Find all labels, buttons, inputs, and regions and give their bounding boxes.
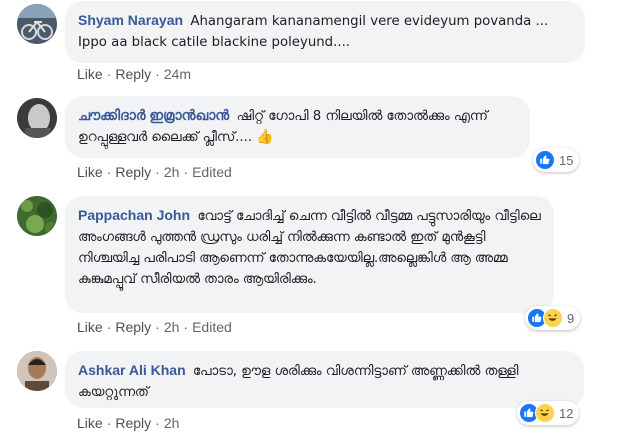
timestamp[interactable]: 24m [164, 66, 191, 82]
like-button[interactable]: Like [77, 319, 103, 335]
comment-author[interactable]: ചൗക്കിദാർ ഇമ്രാൻഖാൻ [78, 107, 229, 123]
haha-icon [543, 308, 563, 328]
reaction-summary[interactable]: 9 [525, 306, 581, 330]
edited-label[interactable]: Edited [192, 164, 232, 180]
timestamp[interactable]: 2h [164, 415, 180, 431]
like-icon [535, 150, 555, 170]
reply-button[interactable]: Reply [115, 319, 151, 335]
reaction-count: 9 [567, 310, 575, 326]
timestamp[interactable]: 2h [164, 164, 180, 180]
avatar[interactable] [17, 351, 57, 391]
edited-label[interactable]: Edited [192, 319, 232, 335]
reaction-summary[interactable]: 15 [533, 148, 580, 172]
reaction-summary[interactable]: 12 [517, 401, 580, 425]
avatar[interactable] [17, 98, 57, 138]
comment-actions: Like · Reply · 2h · Edited [77, 164, 232, 180]
haha-icon [535, 403, 555, 423]
comment-bubble: Shyam Narayan Ahangaram kananamengil ver… [65, 1, 585, 63]
thumbs-up-emoji-icon: 👍 [256, 129, 274, 145]
avatar[interactable] [17, 4, 57, 44]
reply-button[interactable]: Reply [115, 415, 151, 431]
avatar[interactable] [17, 196, 57, 236]
reply-button[interactable]: Reply [115, 164, 151, 180]
comment-bubble: Pappachan John വോട്ട് ചോദിച്ച് ചെന്ന വീട… [65, 196, 554, 313]
comment-bubble: ചൗക്കിദാർ ഇമ്രാൻഖാൻ ഷിറ്റ് ഗോപി 8 നിലയിൽ… [65, 96, 530, 158]
comment-actions: Like · Reply · 2h [77, 415, 180, 431]
comment-bubble: Ashkar Ali Khan പോടാ, ഊള ശരിക്കും വിശന്ന… [65, 351, 584, 408]
like-button[interactable]: Like [77, 164, 103, 180]
comment-author[interactable]: Ashkar Ali Khan [78, 362, 186, 378]
reaction-count: 15 [559, 152, 574, 168]
comment-author[interactable]: Shyam Narayan [78, 12, 183, 28]
like-button[interactable]: Like [77, 66, 103, 82]
timestamp[interactable]: 2h [164, 319, 180, 335]
like-button[interactable]: Like [77, 415, 103, 431]
comment-author[interactable]: Pappachan John [78, 207, 190, 223]
comment-actions: Like · Reply · 24m [77, 66, 192, 82]
reaction-count: 12 [559, 405, 574, 421]
reply-button[interactable]: Reply [115, 66, 151, 82]
comment-actions: Like · Reply · 2h · Edited [77, 319, 232, 335]
